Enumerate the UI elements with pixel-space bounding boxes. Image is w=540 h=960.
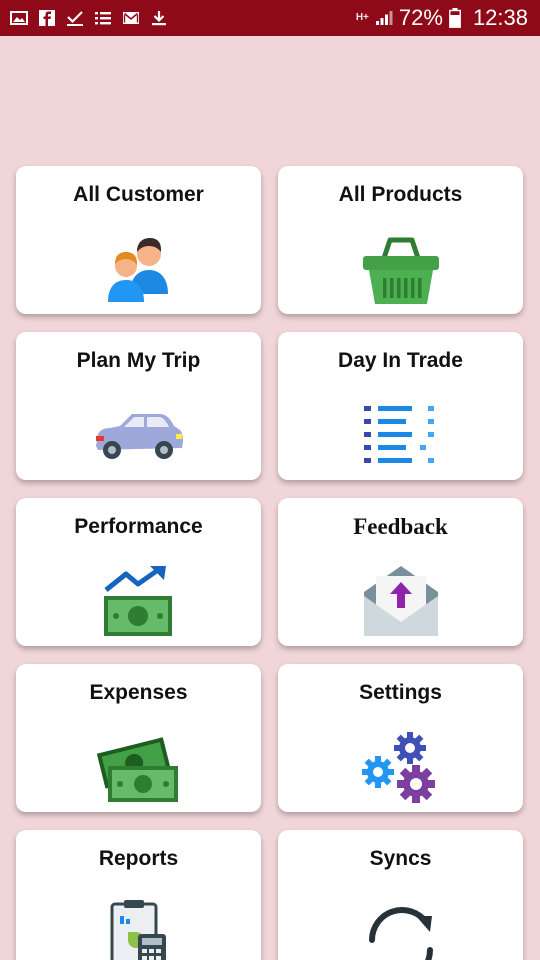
menu-card-syncs[interactable]: Syncs — [278, 830, 523, 960]
menu-card-all-products[interactable]: All Products — [278, 166, 523, 314]
menu-card-label: Settings — [359, 681, 442, 704]
menu-card-settings[interactable]: Settings — [278, 664, 523, 812]
menu-card-feedback[interactable]: Feedback — [278, 498, 523, 646]
envelope-upload-icon — [356, 564, 446, 640]
menu-card-plan-my-trip[interactable]: Plan My Trip — [16, 332, 261, 480]
cash-icon — [94, 730, 184, 806]
menu-card-label: Syncs — [369, 847, 432, 870]
menu-card-label: Day In Trade — [338, 349, 463, 372]
menu-card-performance[interactable]: Performance — [16, 498, 261, 646]
menu-grid: All Customer All Products Plan My Trip D… — [0, 0, 540, 960]
customers-icon — [94, 232, 184, 308]
menu-card-all-customer[interactable]: All Customer — [16, 166, 261, 314]
car-icon — [94, 398, 184, 474]
menu-card-reports[interactable]: Reports — [16, 830, 261, 960]
menu-card-label: Expenses — [89, 681, 188, 704]
sync-icon — [356, 896, 446, 960]
report-calculator-icon — [94, 896, 184, 960]
menu-card-label: Reports — [98, 847, 179, 870]
gears-icon — [356, 730, 446, 806]
basket-icon — [356, 232, 446, 308]
menu-card-day-in-trade[interactable]: Day In Trade — [278, 332, 523, 480]
money-trend-icon — [94, 564, 184, 640]
menu-card-expenses[interactable]: Expenses — [16, 664, 261, 812]
schedule-list-icon — [356, 398, 446, 474]
menu-card-label: All Customer — [73, 183, 204, 206]
menu-card-label: All Products — [338, 183, 463, 206]
menu-card-label: Performance — [74, 515, 203, 538]
menu-card-label: Plan My Trip — [76, 349, 201, 372]
menu-card-label: Feedback — [353, 514, 448, 539]
